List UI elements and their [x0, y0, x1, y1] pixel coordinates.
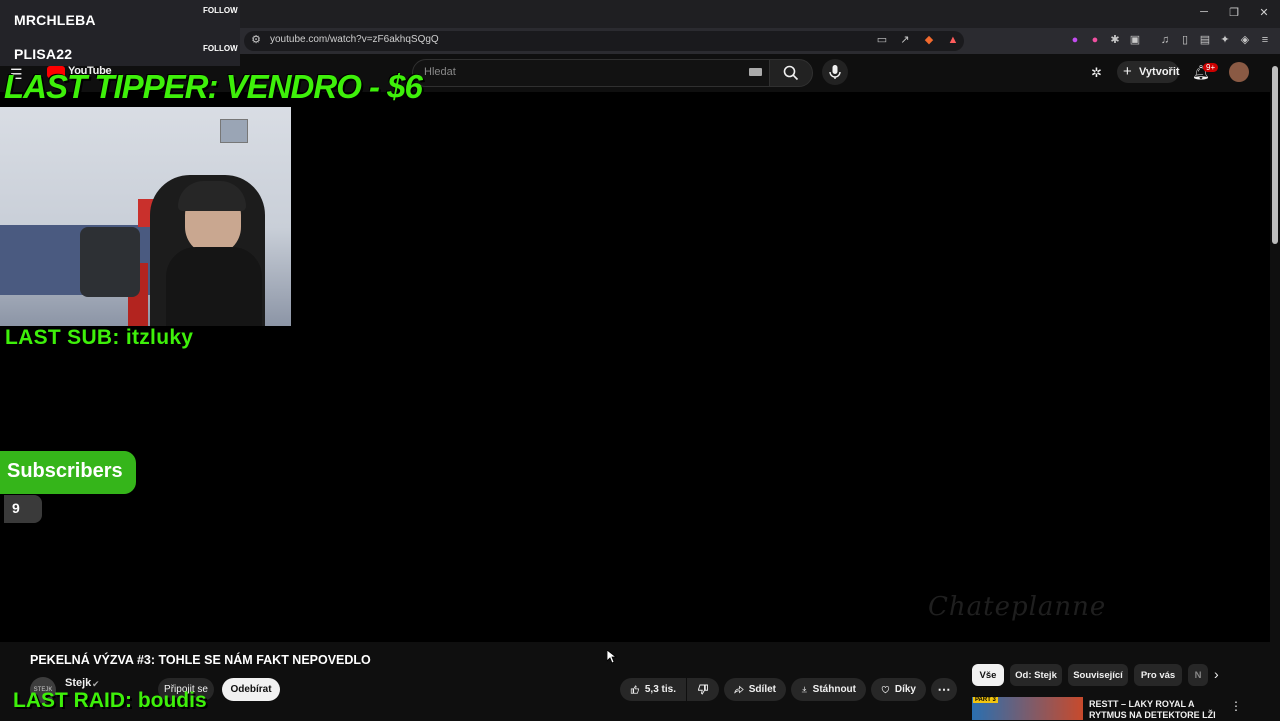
bag-object	[80, 227, 140, 297]
recommendation-badge: PART 3	[973, 697, 998, 703]
rewards-icon[interactable]: ▲	[946, 33, 960, 47]
search-button[interactable]	[769, 59, 813, 87]
extensions-icon[interactable]: ✱	[1108, 33, 1122, 47]
download-button[interactable]: Stáhnout	[791, 678, 866, 701]
like-count: 5,3 tis.	[644, 684, 676, 695]
wallet-card-icon[interactable]: ▤	[1198, 33, 1212, 47]
headset	[178, 181, 246, 211]
subscribers-label: Subscribers	[7, 460, 123, 482]
chip-for-you[interactable]: Pro vás	[1134, 664, 1182, 686]
brave-shield-icon[interactable]: ◆	[922, 33, 936, 47]
thanks-label: Díky	[894, 684, 916, 695]
thumbs-up-icon	[630, 685, 639, 694]
notification-badge: 9+	[1203, 63, 1219, 72]
create-label: Vytvořit	[1139, 66, 1180, 78]
wallet-icon[interactable]: ▣	[1128, 33, 1142, 47]
person-body	[166, 247, 262, 326]
thanks-heart-icon	[881, 686, 890, 694]
leo-ai-icon[interactable]: ✦	[1218, 33, 1232, 47]
download-icon	[801, 686, 807, 693]
mouse-cursor-icon	[607, 650, 617, 664]
subscribers-count: 9	[4, 495, 42, 523]
thanks-button[interactable]: Díky	[871, 678, 926, 701]
follower-name: PLISA22	[14, 46, 73, 62]
subscribe-button[interactable]: Odebírat	[222, 678, 280, 701]
vpn-icon[interactable]: ◈	[1238, 33, 1252, 47]
share-page-icon[interactable]: ↗	[898, 33, 912, 47]
keyboard-icon[interactable]	[749, 68, 762, 76]
maximize-icon[interactable]: ❐	[1224, 6, 1244, 19]
search-box[interactable]	[412, 59, 771, 87]
last-sub-overlay: LAST SUB: itzluky	[5, 326, 194, 349]
minimize-icon[interactable]: ─	[1194, 6, 1214, 18]
search-input[interactable]: Hledat	[424, 66, 456, 78]
follower-name: MRCHLEBA	[14, 12, 96, 28]
chip-all[interactable]: Vše	[972, 664, 1004, 686]
create-button[interactable]: + Vytvořit	[1117, 61, 1180, 83]
more-actions-button[interactable]: ⋯	[931, 678, 957, 701]
voice-search-button[interactable]	[822, 59, 848, 85]
microphone-icon	[829, 65, 841, 79]
user-avatar[interactable]	[1229, 62, 1249, 82]
follow-label: FOLLOW	[203, 44, 238, 53]
ai-sparkle-icon[interactable]: ✲	[1091, 65, 1102, 81]
download-label: Stáhnout	[812, 684, 856, 695]
thumbs-down-icon	[698, 684, 708, 695]
chip-next[interactable]: N	[1188, 664, 1208, 686]
cast-icon[interactable]: ▭	[875, 33, 889, 47]
scrollbar-thumb[interactable]	[1272, 66, 1278, 244]
close-window-icon[interactable]: ✕	[1254, 6, 1274, 19]
last-raid-overlay: LAST RAID: boudis	[13, 689, 207, 712]
chip-related[interactable]: Související	[1068, 664, 1128, 686]
follow-label: FOLLOW	[203, 6, 238, 15]
wall-picture	[220, 119, 248, 143]
extension-icon-1[interactable]: ●	[1068, 33, 1082, 47]
search-icon	[783, 65, 799, 81]
webcam-feed	[0, 107, 291, 326]
dislike-button[interactable]	[687, 678, 719, 701]
share-icon	[734, 685, 744, 694]
menu-icon[interactable]: ≡	[1258, 33, 1272, 47]
extension-icon-2[interactable]: ●	[1088, 33, 1102, 47]
url-text: youtube.com/watch?v=zF6akhqSQgQ	[270, 34, 439, 45]
chip-from-channel[interactable]: Od: Stejk	[1010, 664, 1062, 686]
like-button[interactable]: 5,3 tis.	[620, 678, 686, 701]
player-watermark: Chateplanne	[928, 592, 1107, 622]
recommendation-title[interactable]: RESTT – LAKY ROYAL A RYTMUS NA DETEKTORE…	[1089, 699, 1219, 721]
media-icon[interactable]: ♫	[1158, 33, 1172, 47]
share-label: Sdílet	[748, 684, 776, 695]
more-icon: ⋯	[937, 681, 951, 697]
last-tipper-overlay: LAST TIPPER: VENDRO - $6	[4, 68, 423, 105]
plus-icon: +	[1123, 63, 1132, 80]
chevron-right-icon[interactable]: ›	[1214, 666, 1219, 682]
share-button[interactable]: Sdílet	[724, 678, 786, 701]
recommendation-menu-icon[interactable]: ⋮	[1230, 699, 1242, 713]
site-settings-icon[interactable]: ⚙	[249, 33, 263, 47]
channel-name[interactable]: Stejk	[65, 677, 91, 689]
video-title: PEKELNÁ VÝZVA #3: TOHLE SE NÁM FAKT NEPO…	[30, 653, 371, 667]
sidebar-icon[interactable]: ▯	[1178, 33, 1192, 47]
